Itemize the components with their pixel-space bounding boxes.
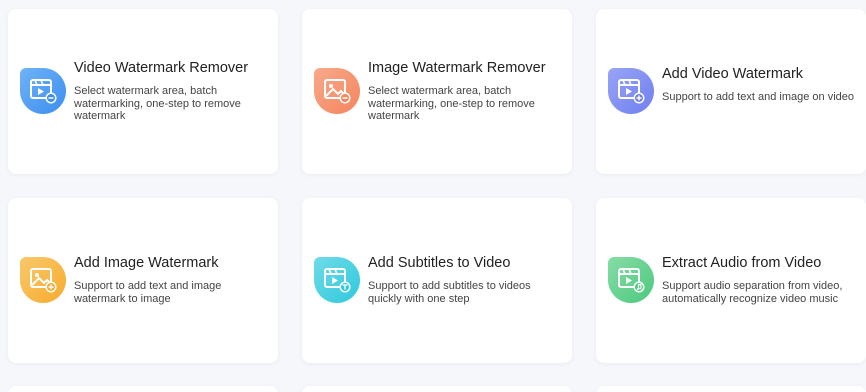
tool-description: Support to add text and image watermark … bbox=[74, 280, 222, 305]
image-remove-icon bbox=[314, 68, 360, 114]
video-subtitle-icon bbox=[314, 257, 360, 303]
video-remove-icon bbox=[20, 68, 66, 114]
tool-card-partial[interactable] bbox=[302, 386, 572, 392]
tool-title: Add Image Watermark bbox=[74, 255, 219, 271]
tool-description: Select watermark area, batch watermarkin… bbox=[368, 85, 535, 122]
tool-description: Support to add subtitles to videos quick… bbox=[368, 280, 531, 305]
tool-description: Support audio separation from video, aut… bbox=[662, 280, 843, 305]
tool-card-partial[interactable] bbox=[8, 386, 278, 392]
tool-card-video-watermark-remover[interactable]: Video Watermark Remover Select watermark… bbox=[8, 9, 278, 174]
video-add-icon bbox=[608, 68, 654, 114]
tool-card-partial[interactable] bbox=[596, 386, 866, 392]
tool-description: Select watermark area, batch watermarkin… bbox=[74, 85, 241, 122]
tools-grid: Video Watermark Remover Select watermark… bbox=[0, 0, 866, 392]
tool-title: Extract Audio from Video bbox=[662, 255, 822, 271]
tool-card-image-watermark-remover[interactable]: Image Watermark Remover Select watermark… bbox=[302, 9, 572, 174]
tool-title: Image Watermark Remover bbox=[368, 60, 546, 76]
tool-title: Add Video Watermark bbox=[662, 66, 804, 82]
tool-description: Support to add text and image on video bbox=[662, 91, 855, 103]
tool-card-extract-audio[interactable]: Extract Audio from Video Support audio s… bbox=[596, 198, 866, 363]
tool-card-add-video-watermark[interactable]: Add Video Watermark Support to add text … bbox=[596, 9, 866, 174]
video-audio-icon bbox=[608, 257, 654, 303]
tool-card-add-image-watermark[interactable]: Add Image Watermark Support to add text … bbox=[8, 198, 278, 363]
image-add-icon bbox=[20, 257, 66, 303]
tool-card-add-subtitles[interactable]: Add Subtitles to Video Support to add su… bbox=[302, 198, 572, 363]
tool-title: Add Subtitles to Video bbox=[368, 255, 511, 271]
tool-title: Video Watermark Remover bbox=[74, 60, 249, 76]
